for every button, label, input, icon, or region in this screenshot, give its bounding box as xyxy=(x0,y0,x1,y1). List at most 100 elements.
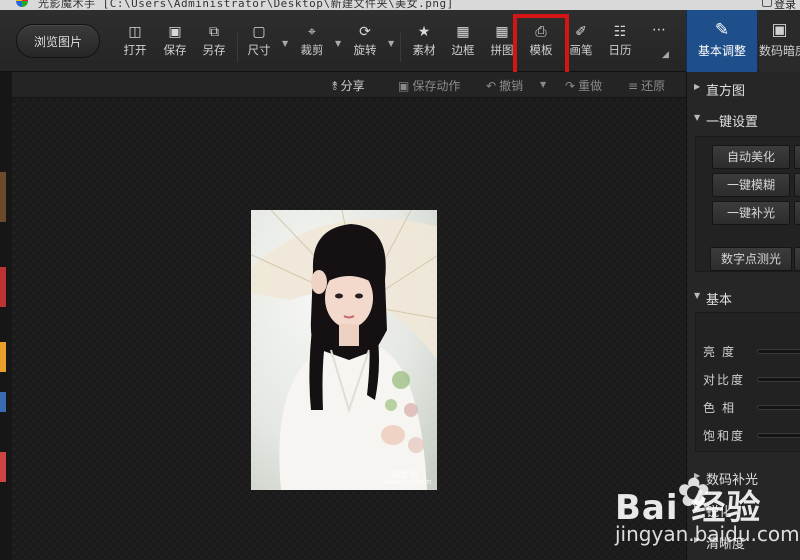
restore-button[interactable]: ≡ 还原 xyxy=(628,77,665,94)
frame-button[interactable]: ▦ 边框 xyxy=(446,24,480,58)
histogram-section[interactable]: ▶ 直方图 xyxy=(687,74,800,102)
digital-fill-section[interactable]: ▶ 数码补光 xyxy=(687,463,800,491)
tab-basic-adjust-label: 基本调整 xyxy=(697,44,746,58)
saturation-track[interactable] xyxy=(757,433,800,438)
one-click-extra-button-3[interactable] xyxy=(794,201,800,225)
clarity-title: 清晰度 xyxy=(706,537,746,552)
expand-corner-icon[interactable]: ◢ xyxy=(662,50,669,60)
crop-label: 裁剪 xyxy=(300,43,324,57)
brush-label: 画笔 xyxy=(569,43,593,57)
rotate-button[interactable]: ⟳ 旋转 xyxy=(348,24,382,58)
tab-digital-darkroom[interactable]: ▣ 数码暗房 xyxy=(759,10,800,72)
collapsed-arrow-icon: ▶ xyxy=(694,82,701,91)
brightness-slider[interactable]: 亮度 xyxy=(703,343,800,359)
basic-section[interactable]: ▼ 基本 xyxy=(687,283,800,311)
expanded-arrow-icon: ▼ xyxy=(694,291,701,300)
auto-enhance-button[interactable]: 自动美化 xyxy=(712,145,790,169)
hue-track[interactable] xyxy=(757,405,800,410)
resize-button[interactable]: ▢ 尺寸 xyxy=(242,24,276,58)
save-action-icon: ▣ xyxy=(398,79,410,93)
save-action-button[interactable]: ▣ 保存动作 xyxy=(398,77,460,94)
rotate-label: 旋转 xyxy=(353,43,377,57)
tab-basic-adjust[interactable]: ✎ 基本调整 xyxy=(686,10,758,72)
contrast-label: 对比度 xyxy=(703,373,746,387)
photo-preview[interactable]: 摄影师 www.xxx.com xyxy=(251,210,437,490)
sharpen-title: 锐化 xyxy=(706,505,733,520)
rotate-dropdown-icon[interactable]: ▼ xyxy=(388,39,394,48)
save-as-icon: ⧉ xyxy=(209,24,219,40)
brightness-track[interactable] xyxy=(757,349,800,354)
toolbar-divider xyxy=(237,32,238,62)
collapsed-arrow-icon: ▶ xyxy=(694,471,701,480)
save-as-button[interactable]: ⧉ 另存 xyxy=(197,24,231,58)
right-adjust-panel: ▶ 直方图 ▼ 一键设置 自动美化 一键模糊 一键补光 数字点测光 ▼ 基本 亮… xyxy=(686,72,800,560)
one-click-extra-button-4[interactable] xyxy=(794,247,800,271)
calendar-icon: ☷ xyxy=(613,24,627,40)
hue-slider[interactable]: 色相 xyxy=(703,399,800,415)
calendar-button[interactable]: ☷ 日历 xyxy=(603,24,637,58)
digital-spot-metering-button[interactable]: 数字点测光 xyxy=(710,247,792,271)
photo-image xyxy=(251,210,437,490)
redo-icon: ↷ xyxy=(565,79,576,93)
resize-dropdown-icon[interactable]: ▼ xyxy=(282,39,288,48)
save-label: 保存 xyxy=(163,43,187,57)
restore-icon: ≡ xyxy=(628,79,639,93)
share-icon: ⥉ xyxy=(332,79,338,93)
material-button[interactable]: ★ 素材 xyxy=(407,24,441,58)
brush-button[interactable]: ✐ 画笔 xyxy=(564,24,598,58)
resize-label: 尺寸 xyxy=(247,43,271,57)
tab-digital-darkroom-label: 数码暗房 xyxy=(759,44,800,58)
contrast-track[interactable] xyxy=(757,377,800,382)
collapsed-arrow-icon: ▶ xyxy=(694,503,701,512)
open-icon: ◫ xyxy=(128,24,142,40)
one-click-section[interactable]: ▼ 一键设置 xyxy=(687,105,800,133)
login-link[interactable]: 登录 xyxy=(774,0,796,10)
redo-button[interactable]: ↷ 重做 xyxy=(565,77,602,94)
digital-fill-title: 数码补光 xyxy=(706,473,759,488)
hue-label: 色相 xyxy=(703,401,742,415)
save-icon: ▣ xyxy=(168,24,182,40)
one-click-buttons: 自动美化 一键模糊 一键补光 数字点测光 xyxy=(695,136,800,272)
brightness-label: 亮度 xyxy=(703,345,742,359)
login-icon[interactable] xyxy=(762,0,772,7)
saturation-slider[interactable]: 饱和度 xyxy=(703,427,800,443)
saturation-label: 饱和度 xyxy=(703,429,746,443)
one-click-fill-light-button[interactable]: 一键补光 xyxy=(712,201,790,225)
crop-button[interactable]: ⌖ 裁剪 xyxy=(295,24,329,58)
brush-icon: ✐ xyxy=(575,24,587,40)
collapsed-arrow-icon: ▶ xyxy=(694,535,701,544)
histogram-title: 直方图 xyxy=(706,84,746,99)
material-icon: ★ xyxy=(417,24,431,40)
sharpen-section[interactable]: ▶ 锐化 xyxy=(687,495,800,523)
share-label: 分享 xyxy=(340,79,365,93)
more-button[interactable]: ⋯ xyxy=(642,22,676,40)
action-bar: ⥉ 分享 ▣ 保存动作 ↶ 撤销 ▼ ↷ 重做 ≡ 还原 xyxy=(0,72,686,98)
photo-watermark-url: www.xxx.com xyxy=(383,478,432,486)
calendar-label: 日历 xyxy=(608,43,632,57)
crop-dropdown-icon[interactable]: ▼ xyxy=(335,39,341,48)
restore-label: 还原 xyxy=(641,79,666,93)
basic-title: 基本 xyxy=(706,293,733,308)
main-toolbar: 浏览图片 ◫ 打开 ▣ 保存 ⧉ 另存 ▢ 尺寸 ▼ ⌖ 裁剪 ▼ ⟳ 旋转 ▼… xyxy=(0,10,800,72)
window-title: 光影魔术手 [C:\Users\Administrator\Desktop\新建… xyxy=(38,0,454,10)
frame-icon: ▦ xyxy=(456,24,470,40)
one-click-extra-button-1[interactable] xyxy=(794,145,800,169)
open-label: 打开 xyxy=(123,43,147,57)
undo-button[interactable]: ↶ 撤销 xyxy=(486,77,523,94)
one-click-blur-button[interactable]: 一键模糊 xyxy=(712,173,790,197)
clarity-section[interactable]: ▶ 清晰度 xyxy=(687,527,800,555)
darkroom-icon: ▣ xyxy=(771,20,788,40)
one-click-extra-button-2[interactable] xyxy=(794,173,800,197)
browse-images-button[interactable]: 浏览图片 xyxy=(16,24,100,58)
expanded-arrow-icon: ▼ xyxy=(694,113,701,122)
rotate-icon: ⟳ xyxy=(359,24,371,40)
undo-dropdown-icon[interactable]: ▼ xyxy=(540,80,546,89)
contrast-slider[interactable]: 对比度 xyxy=(703,371,800,387)
save-button[interactable]: ▣ 保存 xyxy=(158,24,192,58)
frame-label: 边框 xyxy=(451,43,475,57)
crop-icon: ⌖ xyxy=(308,24,316,40)
open-button[interactable]: ◫ 打开 xyxy=(118,24,152,58)
share-button[interactable]: ⥉ 分享 xyxy=(332,77,365,94)
title-bar: 光影魔术手 [C:\Users\Administrator\Desktop\新建… xyxy=(0,0,800,10)
resize-icon: ▢ xyxy=(252,24,266,40)
